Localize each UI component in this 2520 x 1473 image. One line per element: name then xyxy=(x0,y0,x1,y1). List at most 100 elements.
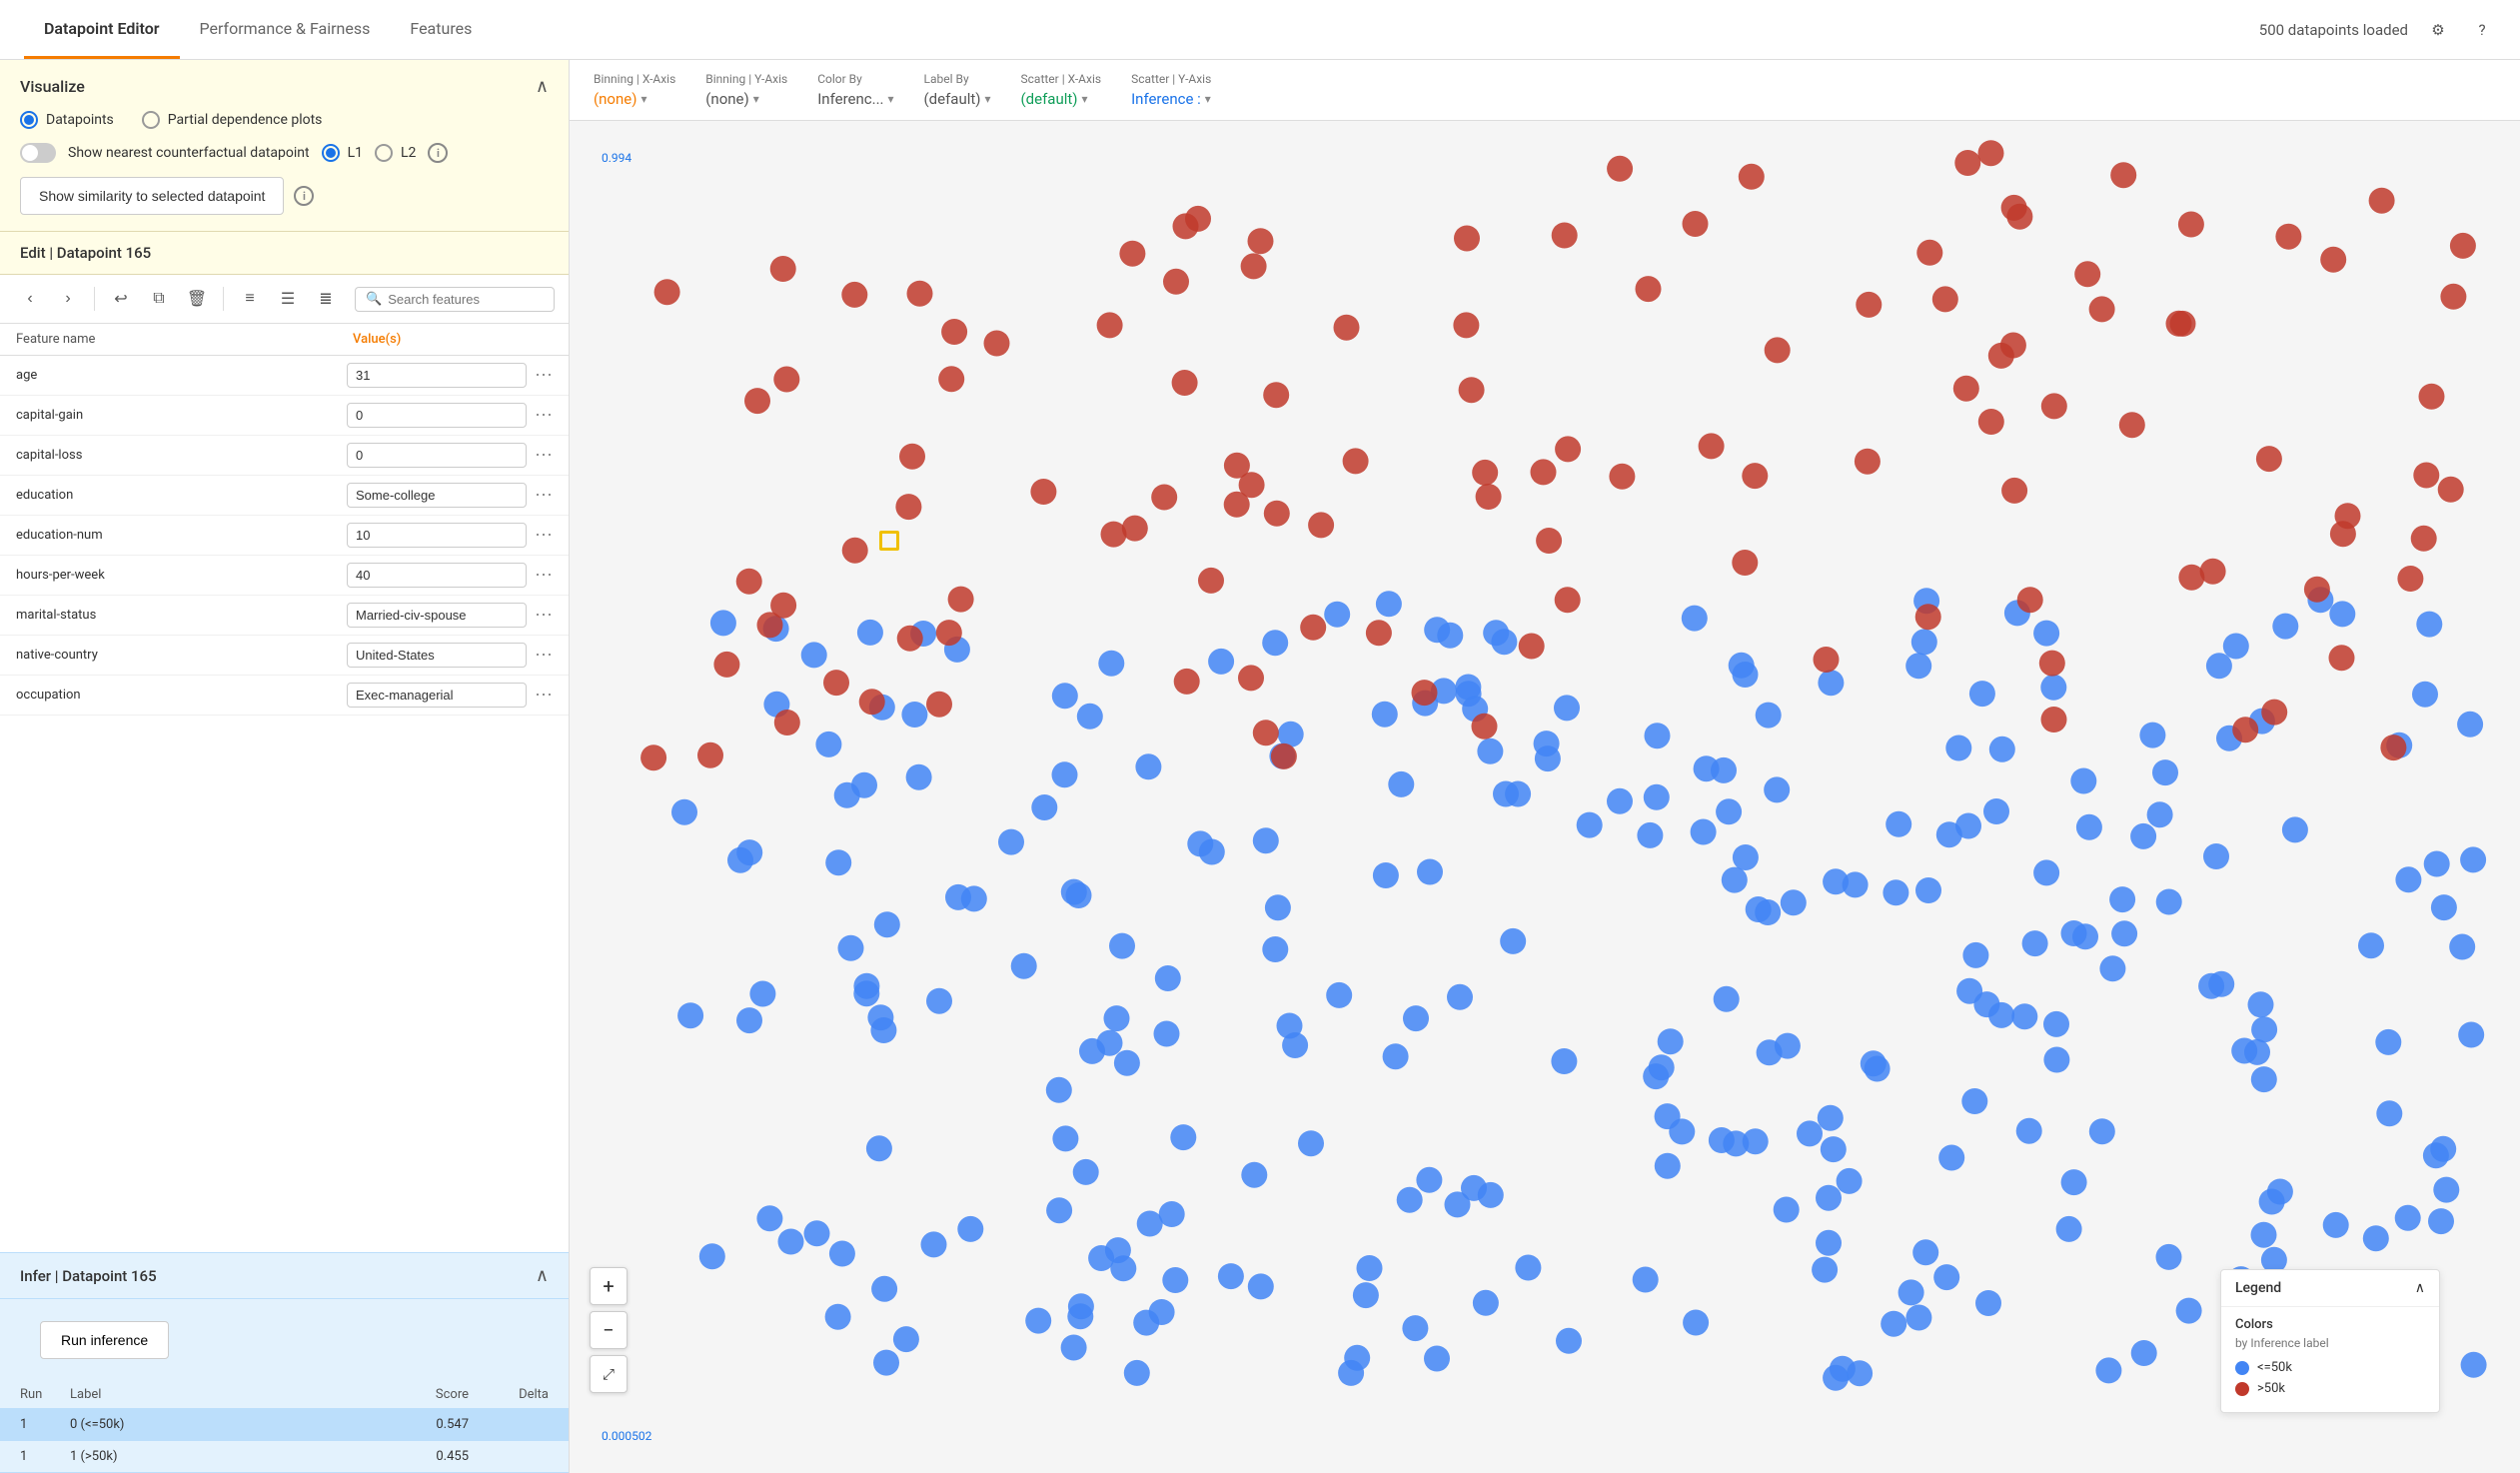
label-by-select[interactable]: (default) ▾ xyxy=(924,90,991,108)
infer-header: Infer | Datapoint 165 ∧ xyxy=(0,1253,569,1299)
zoom-fit-btn[interactable]: ⤢ xyxy=(590,1355,628,1393)
feature-value-wrapper xyxy=(347,603,527,628)
search-input[interactable] xyxy=(388,292,544,307)
col-name-header: Feature name xyxy=(16,332,353,347)
infer-row[interactable]: 1 0 (<=50k) 0.547 xyxy=(0,1409,569,1441)
feature-row: hours-per-week ⋯ xyxy=(0,556,569,596)
feature-menu-btn[interactable]: ⋯ xyxy=(535,605,553,626)
feature-value-input[interactable] xyxy=(347,563,527,588)
radio-datapoints-label: Datapoints xyxy=(46,112,114,128)
color-by-label: Color By xyxy=(817,72,893,86)
next-datapoint-btn[interactable]: › xyxy=(52,283,84,315)
scatter-y-select[interactable]: Inference : ▾ xyxy=(1131,90,1211,108)
scatter-area[interactable]: 0.994 0.000502 + − ⤢ Legend ∧ Colors xyxy=(570,121,2520,1473)
feature-menu-btn[interactable]: ⋯ xyxy=(535,365,553,386)
run-inference-button[interactable]: Run inference xyxy=(40,1321,169,1359)
legend-collapse-icon[interactable]: ∧ xyxy=(2415,1280,2425,1296)
prev-datapoint-btn[interactable]: ‹ xyxy=(14,283,46,315)
radio-partial-dependence[interactable]: Partial dependence plots xyxy=(142,111,323,129)
feature-menu-btn[interactable]: ⋯ xyxy=(535,685,553,706)
feature-name: education-num xyxy=(16,528,339,543)
radio-l1[interactable]: L1 xyxy=(322,144,363,162)
help-icon[interactable]: ? xyxy=(2468,16,2496,44)
toolbar-divider-1 xyxy=(94,287,95,311)
visualize-title: Visualize xyxy=(20,77,85,96)
scatter-x-select[interactable]: (default) ▾ xyxy=(1021,90,1102,108)
search-icon: 🔍 xyxy=(366,292,382,307)
color-by-value: Inferenc... xyxy=(817,90,883,108)
history-btn[interactable]: ↩ xyxy=(105,283,137,315)
feature-menu-btn[interactable]: ⋯ xyxy=(535,525,553,546)
duplicate-btn[interactable]: ⧉ xyxy=(143,283,175,315)
feature-row: occupation ⋯ xyxy=(0,676,569,716)
feature-value-input[interactable] xyxy=(347,483,527,508)
feature-row: capital-loss ⋯ xyxy=(0,436,569,476)
legend-header: Legend ∧ xyxy=(2221,1270,2439,1307)
infer-table-header: Run Label Score Delta xyxy=(0,1381,569,1409)
radio-l2[interactable]: L2 xyxy=(375,144,416,162)
infer-label: 0 (<=50k) xyxy=(70,1417,369,1432)
feature-table: age ⋯ capital-gain ⋯ capital-loss ⋯ educ… xyxy=(0,356,569,1252)
binning-x-chevron: ▾ xyxy=(640,92,646,106)
infer-run: 1 xyxy=(20,1449,70,1464)
feature-menu-btn[interactable]: ⋯ xyxy=(535,445,553,466)
feature-row: education-num ⋯ xyxy=(0,516,569,556)
infer-score: 0.455 xyxy=(369,1449,469,1464)
delete-btn[interactable]: 🗑 xyxy=(181,283,213,315)
infer-run: 1 xyxy=(20,1417,70,1432)
infer-collapse-btn[interactable]: ∧ xyxy=(536,1265,549,1286)
feature-table-header: Feature name Value(s) xyxy=(0,324,569,356)
align-left-btn[interactable]: ≡ xyxy=(234,283,266,315)
zoom-out-btn[interactable]: − xyxy=(590,1311,628,1349)
feature-value-input[interactable] xyxy=(347,643,527,668)
tab-features[interactable]: Features xyxy=(390,1,492,59)
l-info-icon[interactable]: i xyxy=(428,143,448,163)
radio-l1-circle xyxy=(322,144,340,162)
scatter-y-value: Inference : xyxy=(1131,90,1201,108)
color-by-select[interactable]: Inferenc... ▾ xyxy=(817,90,893,108)
radio-datapoints[interactable]: Datapoints xyxy=(20,111,114,129)
similarity-button[interactable]: Show similarity to selected datapoint xyxy=(20,177,284,215)
edit-section: Edit | Datapoint 165 ‹ › ↩ ⧉ 🗑 ≡ ☰ ≣ 🔍 F… xyxy=(0,232,569,1252)
feature-value-wrapper xyxy=(347,523,527,548)
feature-name: education xyxy=(16,488,339,503)
feature-value-wrapper xyxy=(347,363,527,388)
feature-menu-btn[interactable]: ⋯ xyxy=(535,405,553,426)
color-by-group: Color By Inferenc... ▾ xyxy=(817,72,893,108)
tab-datapoint-editor[interactable]: Datapoint Editor xyxy=(24,1,180,59)
align-right-btn[interactable]: ≣ xyxy=(310,283,342,315)
feature-name: marital-status xyxy=(16,608,339,623)
binning-x-group: Binning | X-Axis (none) ▾ xyxy=(594,72,675,108)
feature-menu-btn[interactable]: ⋯ xyxy=(535,645,553,666)
infer-col-delta-header: Delta xyxy=(469,1387,549,1402)
counterfactual-toggle[interactable] xyxy=(20,143,56,163)
feature-menu-btn[interactable]: ⋯ xyxy=(535,485,553,506)
binning-y-select[interactable]: (none) ▾ xyxy=(705,90,787,108)
legend-item-gt50k: >50k xyxy=(2235,1381,2425,1396)
legend-item-50k: <=50k xyxy=(2235,1360,2425,1375)
feature-value-input[interactable] xyxy=(347,603,527,628)
zoom-in-btn[interactable]: + xyxy=(590,1267,628,1305)
feature-value-input[interactable] xyxy=(347,363,527,388)
main-layout: Visualize ∧ Datapoints Partial dependenc… xyxy=(0,60,2520,1473)
feature-row: capital-gain ⋯ xyxy=(0,396,569,436)
visualize-collapse-btn[interactable]: ∧ xyxy=(536,76,549,97)
settings-icon[interactable]: ⚙ xyxy=(2424,16,2452,44)
align-center-btn[interactable]: ☰ xyxy=(272,283,304,315)
legend-box: Legend ∧ Colors by Inference label <=50k… xyxy=(2220,1269,2440,1413)
feature-value-input[interactable] xyxy=(347,683,527,708)
radio-l2-label: L2 xyxy=(401,145,416,161)
top-nav: Datapoint Editor Performance & Fairness … xyxy=(0,0,2520,60)
tab-performance-fairness[interactable]: Performance & Fairness xyxy=(180,1,391,59)
similarity-info-icon[interactable]: i xyxy=(294,186,314,206)
edit-header: Edit | Datapoint 165 xyxy=(0,232,569,275)
feature-menu-btn[interactable]: ⋯ xyxy=(535,565,553,586)
feature-name: capital-loss xyxy=(16,448,339,463)
feature-value-input[interactable] xyxy=(347,403,527,428)
feature-value-input[interactable] xyxy=(347,523,527,548)
binning-x-select[interactable]: (none) ▾ xyxy=(594,90,675,108)
color-by-chevron: ▾ xyxy=(887,92,893,106)
infer-row[interactable]: 1 1 (>50k) 0.455 xyxy=(0,1441,569,1473)
feature-value-input[interactable] xyxy=(347,443,527,468)
datapoints-loaded-label: 500 datapoints loaded xyxy=(2259,21,2408,39)
